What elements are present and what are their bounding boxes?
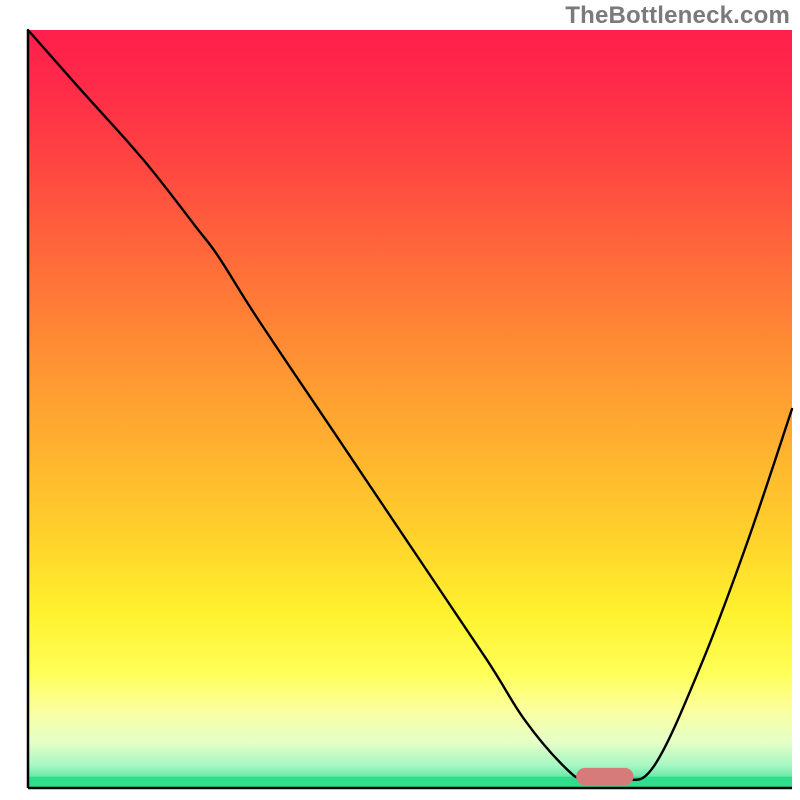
watermark-text: TheBottleneck.com	[565, 2, 790, 30]
gradient-background	[28, 30, 792, 788]
bottleneck-chart	[0, 0, 800, 800]
optimal-marker	[576, 768, 633, 785]
green-band	[28, 777, 792, 788]
chart-root: TheBottleneck.com	[0, 0, 800, 800]
